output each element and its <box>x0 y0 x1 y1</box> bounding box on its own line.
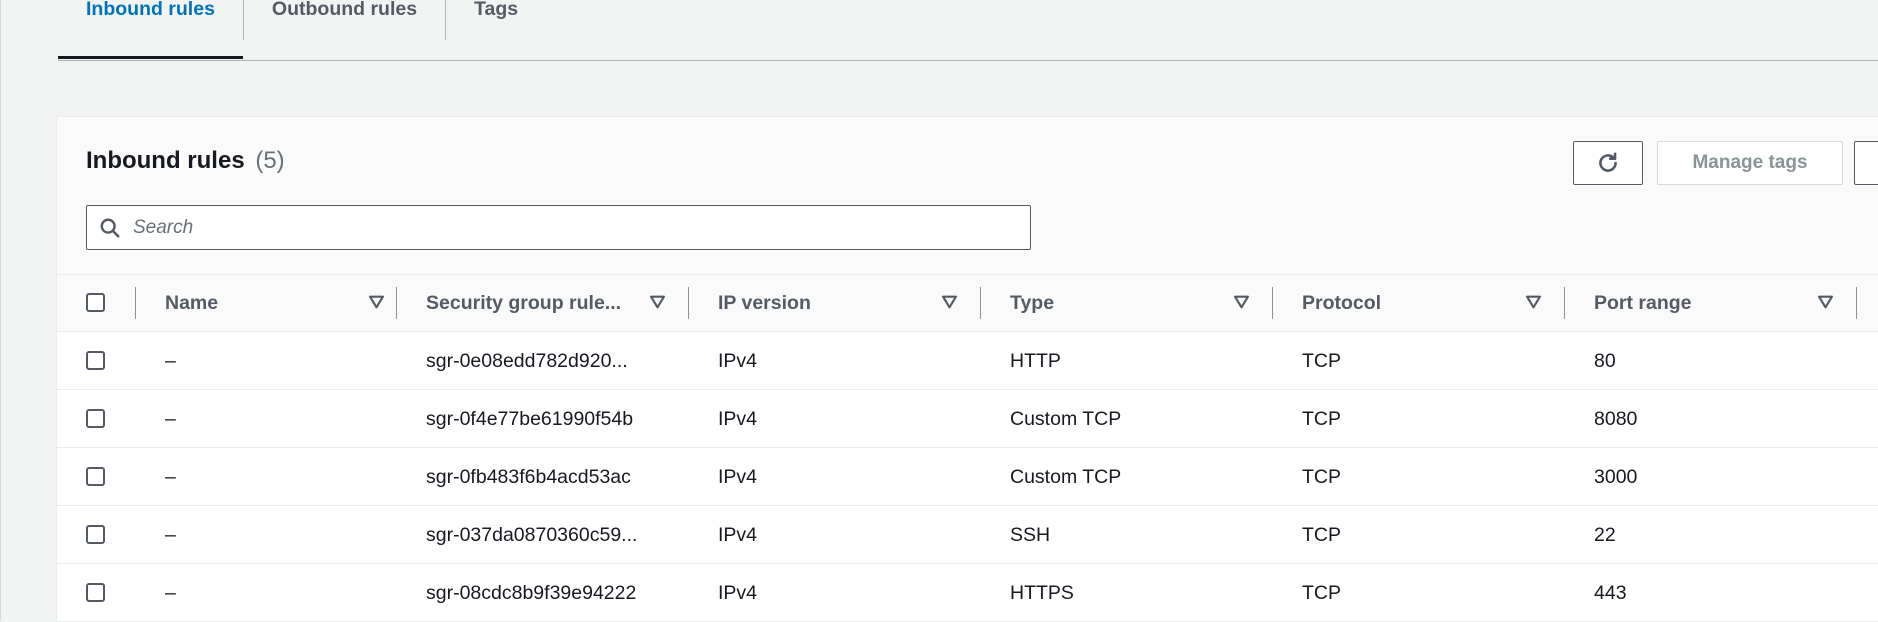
inbound-rules-panel: Inbound rules (5) Manage tags Name <box>56 116 1878 622</box>
column-header-ip-version[interactable]: IP version <box>718 275 958 331</box>
edit-rules-button[interactable] <box>1854 141 1878 185</box>
cell-name: – <box>165 349 176 372</box>
panel-title: Inbound rules (5) <box>86 147 285 175</box>
cell-rule-id: sgr-037da0870360c59... <box>426 523 638 546</box>
column-header-port-range[interactable]: Port range <box>1594 275 1834 331</box>
cell-port-range: 443 <box>1594 581 1627 604</box>
manage-tags-button[interactable]: Manage tags <box>1657 141 1843 185</box>
cell-rule-id: sgr-0e08edd782d920... <box>426 349 628 372</box>
column-header-label: Security group rule... <box>426 291 622 314</box>
column-header-security-group-rule[interactable]: Security group rule... <box>426 275 666 331</box>
row-checkbox[interactable] <box>86 583 105 602</box>
sort-icon <box>369 295 384 309</box>
table-row[interactable]: – sgr-0fb483f6b4acd53ac IPv4 Custom TCP … <box>57 448 1878 506</box>
sort-icon <box>942 295 957 309</box>
refresh-button[interactable] <box>1573 141 1643 185</box>
cell-protocol: TCP <box>1302 523 1341 546</box>
select-all-checkbox[interactable] <box>86 293 105 312</box>
column-header-label: Port range <box>1594 291 1692 314</box>
sort-icon <box>1526 295 1541 309</box>
tab-outbound-rules[interactable]: Outbound rules <box>244 0 445 39</box>
cell-protocol: TCP <box>1302 407 1341 430</box>
search-input[interactable] <box>131 215 995 240</box>
column-divider <box>1856 287 1857 319</box>
cell-ip-version: IPv4 <box>718 465 758 488</box>
cell-type: Custom TCP <box>1010 407 1122 430</box>
panel-header: Inbound rules (5) Manage tags <box>57 117 1878 274</box>
cell-ip-version: IPv4 <box>718 523 758 546</box>
refresh-icon <box>1599 152 1617 172</box>
tab-bar: Inbound rules Outbound rules Tags <box>58 0 1878 61</box>
cell-port-range: 3000 <box>1594 465 1638 488</box>
column-header-type[interactable]: Type <box>1010 275 1250 331</box>
column-header-label: IP version <box>718 291 811 314</box>
cell-ip-version: IPv4 <box>718 349 758 372</box>
table-header: Name Security group rule... IP version T… <box>57 274 1878 332</box>
tab-inbound-rules[interactable]: Inbound rules <box>58 0 243 59</box>
cell-protocol: TCP <box>1302 581 1341 604</box>
sort-icon <box>1234 295 1249 309</box>
column-header-label: Protocol <box>1302 291 1382 314</box>
cell-type: SSH <box>1010 523 1051 546</box>
cell-name: – <box>165 523 176 546</box>
row-checkbox[interactable] <box>86 525 105 544</box>
sort-icon <box>650 295 665 309</box>
table-row[interactable]: – sgr-08cdc8b9f39e94222 IPv4 HTTPS TCP 4… <box>57 564 1878 622</box>
table-row[interactable]: – sgr-037da0870360c59... IPv4 SSH TCP 22 <box>57 506 1878 564</box>
cell-name: – <box>165 465 176 488</box>
table-row[interactable]: – sgr-0f4e77be61990f54b IPv4 Custom TCP … <box>57 390 1878 448</box>
page-left-edge <box>0 0 1 621</box>
cell-rule-id: sgr-08cdc8b9f39e94222 <box>426 581 637 604</box>
column-header-label: Name <box>165 291 219 314</box>
cell-name: – <box>165 581 176 604</box>
column-header-protocol[interactable]: Protocol <box>1302 275 1542 331</box>
sort-icon <box>1818 295 1833 309</box>
cell-name: – <box>165 407 176 430</box>
cell-protocol: TCP <box>1302 465 1341 488</box>
search-icon <box>100 218 120 238</box>
table-row[interactable]: – sgr-0e08edd782d920... IPv4 HTTP TCP 80 <box>57 332 1878 390</box>
column-divider <box>1564 287 1565 319</box>
cell-type: Custom TCP <box>1010 465 1122 488</box>
cell-ip-version: IPv4 <box>718 581 758 604</box>
column-header-name[interactable]: Name <box>165 275 391 331</box>
cell-rule-id: sgr-0f4e77be61990f54b <box>426 407 634 430</box>
cell-ip-version: IPv4 <box>718 407 758 430</box>
column-divider <box>980 287 981 319</box>
row-checkbox[interactable] <box>86 351 105 370</box>
cell-rule-id: sgr-0fb483f6b4acd53ac <box>426 465 631 488</box>
cell-type: HTTP <box>1010 349 1061 372</box>
cell-type: HTTPS <box>1010 581 1074 604</box>
cell-protocol: TCP <box>1302 349 1341 372</box>
column-divider <box>1272 287 1273 319</box>
search-field[interactable] <box>86 205 1031 250</box>
column-divider <box>688 287 689 319</box>
row-checkbox[interactable] <box>86 409 105 428</box>
tab-tags[interactable]: Tags <box>446 0 546 39</box>
cell-port-range: 22 <box>1594 523 1616 546</box>
cell-port-range: 8080 <box>1594 407 1638 430</box>
column-divider <box>135 287 136 319</box>
column-header-label: Type <box>1010 291 1055 314</box>
row-checkbox[interactable] <box>86 467 105 486</box>
rule-count: (5) <box>255 147 285 174</box>
panel-title-text: Inbound rules <box>86 147 245 174</box>
column-divider <box>396 287 397 319</box>
cell-port-range: 80 <box>1594 349 1616 372</box>
